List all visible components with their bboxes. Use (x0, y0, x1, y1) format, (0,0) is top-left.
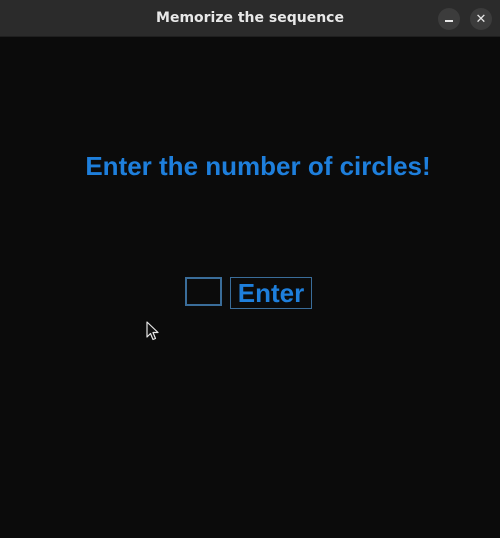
mouse-cursor-icon (146, 321, 159, 341)
main-content: Enter the number of circles! Enter (0, 37, 500, 538)
prompt-heading: Enter the number of circles! (85, 151, 431, 181)
circles-count-input[interactable] (185, 277, 222, 306)
minimize-icon (445, 20, 453, 22)
window-title: Memorize the sequence (156, 10, 344, 26)
app-window: Memorize the sequence ✕ Enter the number… (0, 0, 500, 538)
minimize-button[interactable] (438, 8, 460, 30)
title-bar[interactable]: Memorize the sequence ✕ (0, 0, 500, 37)
close-icon: ✕ (475, 11, 487, 27)
close-button[interactable]: ✕ (470, 8, 492, 30)
enter-button[interactable]: Enter (230, 277, 312, 309)
